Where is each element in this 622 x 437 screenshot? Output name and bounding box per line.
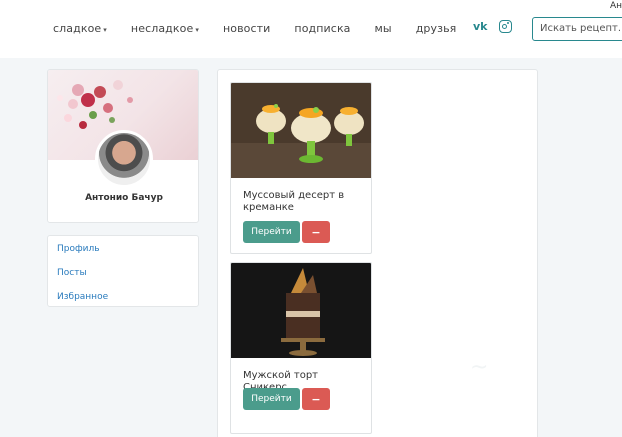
remove-favorite-button[interactable]: − bbox=[302, 388, 330, 410]
nav-sweet[interactable]: сладкое ▾ bbox=[53, 22, 107, 35]
recipe-search-button[interactable]: Искать рецепт... bbox=[532, 17, 622, 41]
nav-news[interactable]: новости bbox=[223, 22, 270, 35]
recipe-image-cake bbox=[231, 263, 371, 358]
nav-friends[interactable]: друзья bbox=[416, 22, 457, 35]
remove-favorite-button[interactable]: − bbox=[302, 221, 330, 243]
menu-item-profile[interactable]: Профиль bbox=[57, 244, 100, 254]
nav-subscription[interactable]: подписка bbox=[294, 22, 350, 35]
menu-item-favorites[interactable]: Избранное bbox=[57, 292, 108, 302]
watermark: ~ bbox=[470, 355, 489, 380]
profile-card: Антонио Бачур bbox=[47, 69, 199, 223]
user-menu[interactable]: Ан bbox=[610, 1, 622, 11]
recipe-image-mousse bbox=[231, 83, 371, 178]
avatar bbox=[95, 130, 153, 188]
top-navbar: Ан сладкое ▾ несладкое ▾ новости подписка … bbox=[0, 0, 622, 58]
recipe-title[interactable]: Муссовый десерт в креманке bbox=[243, 190, 365, 214]
go-button[interactable]: Перейти bbox=[243, 388, 300, 410]
main-nav: сладкое ▾ несладкое ▾ новости подписка мы … bbox=[53, 22, 480, 35]
nav-savory[interactable]: несладкое ▾ bbox=[131, 22, 199, 35]
instagram-icon[interactable] bbox=[498, 20, 512, 33]
chevron-down-icon: ▾ bbox=[103, 26, 107, 34]
profile-menu: Профиль Посты Избранное bbox=[47, 235, 199, 307]
recipe-card: Муссовый десерт в креманке Перейти − bbox=[230, 82, 372, 254]
social-links: vk bbox=[473, 20, 512, 33]
nav-about[interactable]: мы bbox=[375, 22, 392, 35]
vk-icon[interactable]: vk bbox=[473, 20, 488, 33]
chevron-down-icon: ▾ bbox=[195, 26, 199, 34]
go-button[interactable]: Перейти bbox=[243, 221, 300, 243]
menu-item-posts[interactable]: Посты bbox=[57, 268, 87, 278]
profile-name: Антонио Бачур bbox=[85, 193, 163, 203]
recipe-card: Мужской торт Сникерс Перейти − bbox=[230, 262, 372, 434]
